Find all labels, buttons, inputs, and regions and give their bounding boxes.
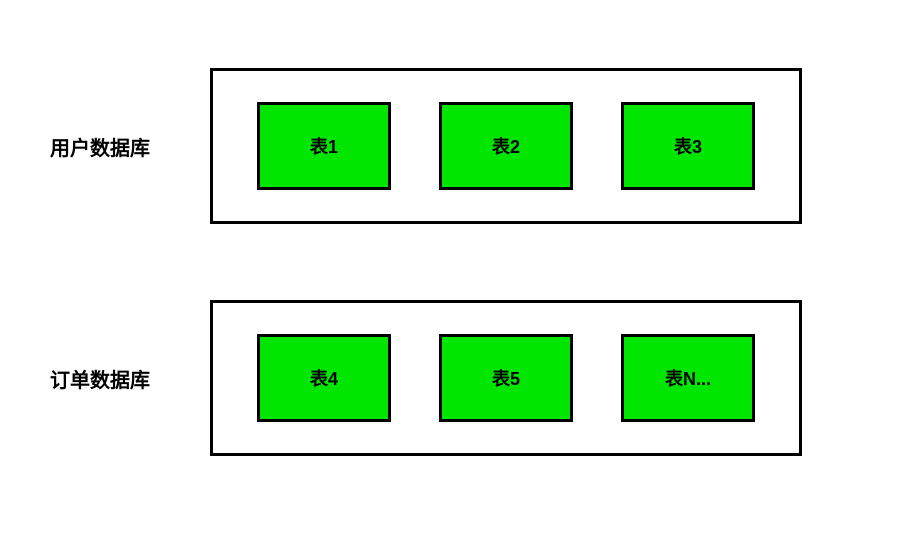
user-database-container: 表1 表2 表3 [210, 68, 802, 224]
order-database-row: 订单数据库 表4 表5 表N... [0, 300, 802, 456]
user-database-row: 用户数据库 表1 表2 表3 [0, 68, 802, 224]
table-box-2: 表2 [439, 102, 573, 190]
order-database-label: 订单数据库 [0, 364, 210, 393]
table-box-n: 表N... [621, 334, 755, 422]
table-box-1: 表1 [257, 102, 391, 190]
table-box-5: 表5 [439, 334, 573, 422]
table-box-4: 表4 [257, 334, 391, 422]
user-database-label: 用户数据库 [0, 132, 210, 161]
table-box-3: 表3 [621, 102, 755, 190]
order-database-container: 表4 表5 表N... [210, 300, 802, 456]
